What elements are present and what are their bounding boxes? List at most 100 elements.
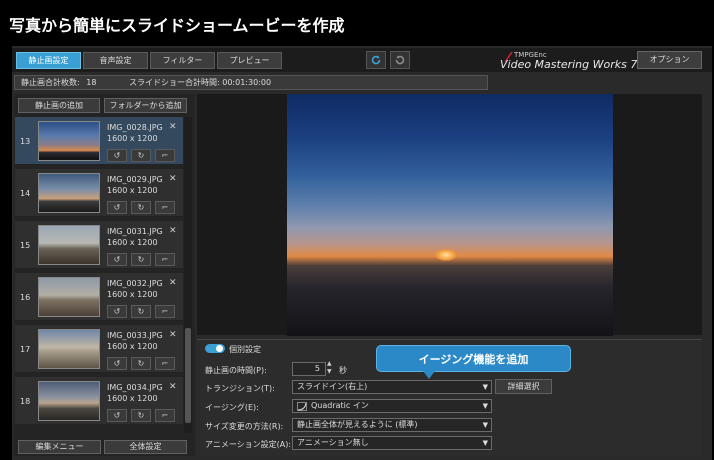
- animation-value: アニメーション無し: [297, 438, 369, 447]
- info-bar: 静止画合計枚数: 18 スライドショー合計時間: 00:01:30:00: [14, 75, 488, 90]
- remove-icon[interactable]: ✕: [169, 330, 177, 340]
- redo-icon: [395, 55, 405, 65]
- still-list: 13 IMG_0028.JPG 1600 x 1200 ✕ ↺ ↻ ⌐ 14 I…: [15, 117, 184, 432]
- rotate-left-icon[interactable]: ↺: [107, 201, 127, 214]
- preview-image: [287, 94, 613, 336]
- callout-pointer: [423, 371, 435, 379]
- tab-filter[interactable]: フィルター: [150, 52, 215, 69]
- file-dimensions: 1600 x 1200: [107, 290, 158, 299]
- thumbnail: [38, 121, 100, 161]
- page-title: 写真から簡単にスライドショームービーを作成: [0, 0, 714, 44]
- thumbnail: [38, 381, 100, 421]
- rotate-left-icon[interactable]: ↺: [107, 149, 127, 162]
- option-button[interactable]: オプション: [637, 51, 702, 69]
- thumbnail: [38, 225, 100, 265]
- add-from-folder-button[interactable]: フォルダーから追加: [104, 98, 187, 113]
- easing-value: Quadratic イン: [311, 401, 369, 410]
- chevron-down-icon: ▼: [482, 439, 488, 447]
- list-scrollbar[interactable]: [184, 117, 192, 433]
- rotate-right-icon[interactable]: ↻: [131, 305, 151, 318]
- detail-select-button[interactable]: 詳細選択: [495, 379, 552, 394]
- resize-select[interactable]: 静止画全体が見えるように (標準) ▼: [292, 418, 492, 432]
- item-number: 13: [20, 137, 31, 146]
- file-name: IMG_0029.JPG: [107, 175, 163, 184]
- remove-icon[interactable]: ✕: [169, 174, 177, 184]
- chevron-down-icon: ▼: [482, 402, 488, 410]
- animation-select[interactable]: アニメーション無し ▼: [292, 436, 492, 450]
- flag-icon[interactable]: ⌐: [155, 149, 175, 162]
- rotate-right-icon[interactable]: ↻: [131, 201, 151, 214]
- file-dimensions: 1600 x 1200: [107, 238, 158, 247]
- file-name: IMG_0034.JPG: [107, 383, 163, 392]
- total-stills-value: 18: [86, 78, 97, 87]
- undo-icon: [371, 55, 381, 65]
- edit-menu-button[interactable]: 編集メニュー: [18, 440, 101, 454]
- total-stills-label: 静止画合計枚数:: [21, 78, 80, 87]
- file-name: IMG_0028.JPG: [107, 123, 163, 132]
- chevron-down-icon: ▼: [482, 383, 488, 391]
- thumbnail: [38, 329, 100, 369]
- item-number: 16: [20, 293, 31, 302]
- transition-label: トランジション(T):: [205, 384, 275, 393]
- resize-value: 静止画全体が見えるように (標準): [297, 420, 418, 429]
- redo-button[interactable]: [390, 51, 410, 69]
- rotate-left-icon[interactable]: ↺: [107, 409, 127, 422]
- list-item[interactable]: 15 IMG_0031.JPG 1600 x 1200 ✕ ↺ ↻ ⌐: [15, 221, 183, 269]
- flag-icon[interactable]: ⌐: [155, 409, 175, 422]
- total-time-value: 00:01:30:00: [222, 78, 272, 87]
- list-item[interactable]: 13 IMG_0028.JPG 1600 x 1200 ✕ ↺ ↻ ⌐: [15, 117, 183, 165]
- flag-icon[interactable]: ⌐: [155, 305, 175, 318]
- resize-label: サイズ変更の方法(R):: [205, 422, 284, 431]
- thumbnail: [38, 173, 100, 213]
- list-item[interactable]: 17 IMG_0033.JPG 1600 x 1200 ✕ ↺ ↻ ⌐: [15, 325, 183, 373]
- remove-icon[interactable]: ✕: [169, 382, 177, 392]
- item-number: 18: [20, 397, 31, 406]
- duration-input[interactable]: 5: [292, 362, 326, 376]
- scrollbar-thumb[interactable]: [185, 328, 191, 423]
- remove-icon[interactable]: ✕: [169, 278, 177, 288]
- remove-icon[interactable]: ✕: [169, 226, 177, 236]
- flag-icon[interactable]: ⌐: [155, 253, 175, 266]
- duration-unit: 秒: [339, 366, 347, 375]
- tab-still-settings[interactable]: 静止画設定: [16, 52, 81, 69]
- list-item[interactable]: 14 IMG_0029.JPG 1600 x 1200 ✕ ↺ ↻ ⌐: [15, 169, 183, 217]
- rotate-left-icon[interactable]: ↺: [107, 253, 127, 266]
- rotate-right-icon[interactable]: ↻: [131, 409, 151, 422]
- individual-toggle[interactable]: [205, 344, 225, 353]
- transition-value: スライドイン(右上): [297, 382, 368, 391]
- tab-audio-settings[interactable]: 音声設定: [83, 52, 148, 69]
- tab-preview[interactable]: プレビュー: [217, 52, 282, 69]
- flag-icon[interactable]: ⌐: [155, 201, 175, 214]
- rotate-right-icon[interactable]: ↻: [131, 357, 151, 370]
- logo-product: Video Mastering Works 7: [500, 58, 638, 71]
- transition-select[interactable]: スライドイン(右上) ▼: [292, 380, 492, 394]
- rotate-right-icon[interactable]: ↻: [131, 253, 151, 266]
- remove-icon[interactable]: ✕: [169, 122, 177, 132]
- animation-label: アニメーション設定(A):: [205, 440, 292, 449]
- file-dimensions: 1600 x 1200: [107, 186, 158, 195]
- overall-settings-button[interactable]: 全体設定: [104, 440, 187, 454]
- add-still-button[interactable]: 静止画の追加: [18, 98, 100, 113]
- item-number: 14: [20, 189, 31, 198]
- list-item[interactable]: 18 IMG_0034.JPG 1600 x 1200 ✕ ↺ ↻ ⌐: [15, 377, 183, 425]
- file-name: IMG_0031.JPG: [107, 227, 163, 236]
- file-dimensions: 1600 x 1200: [107, 342, 158, 351]
- easing-curve-icon: [297, 402, 307, 411]
- rotate-right-icon[interactable]: ↻: [131, 149, 151, 162]
- file-name: IMG_0033.JPG: [107, 331, 163, 340]
- sun-glow: [435, 249, 457, 261]
- individual-settings-label: 個別設定: [229, 345, 261, 354]
- undo-button[interactable]: [366, 51, 386, 69]
- rotate-left-icon[interactable]: ↺: [107, 357, 127, 370]
- list-item[interactable]: 16 IMG_0032.JPG 1600 x 1200 ✕ ↺ ↻ ⌐: [15, 273, 183, 321]
- file-name: IMG_0032.JPG: [107, 279, 163, 288]
- flag-icon[interactable]: ⌐: [155, 357, 175, 370]
- rotate-left-icon[interactable]: ↺: [107, 305, 127, 318]
- file-dimensions: 1600 x 1200: [107, 134, 158, 143]
- duration-stepper[interactable]: ▲ ▼: [327, 360, 332, 376]
- chevron-down-icon: ▼: [482, 421, 488, 429]
- duration-value: 5: [314, 364, 320, 373]
- easing-select[interactable]: Quadratic イン ▼: [292, 399, 492, 413]
- easing-label: イージング(E):: [205, 403, 259, 412]
- file-dimensions: 1600 x 1200: [107, 394, 158, 403]
